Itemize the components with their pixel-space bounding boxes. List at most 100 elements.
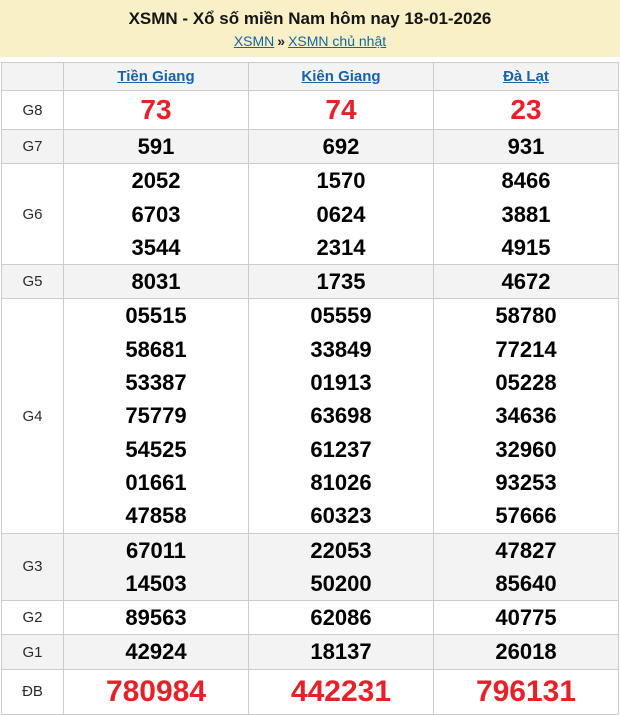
- prize-number: 1735: [316, 269, 366, 295]
- prize-number: 75779: [125, 403, 187, 429]
- prize-label-g6: G6: [1, 163, 64, 266]
- prize-number: 23: [510, 94, 542, 125]
- prize-cell: 67011 14503: [63, 532, 249, 602]
- prize-number: 42924: [125, 639, 187, 665]
- prize-number: 50200: [310, 570, 372, 596]
- prize-number: 58780: [495, 303, 557, 329]
- prize-number: 2314: [316, 234, 366, 260]
- table-header-row: Tiền Giang Kiên Giang Đà Lạt: [1, 62, 619, 91]
- column-header-da-lat: Đà Lạt: [433, 62, 619, 91]
- prize-number: 692: [322, 134, 360, 159]
- prize-cell: 47827 85640: [433, 532, 619, 602]
- prize-number: 26018: [495, 639, 557, 665]
- prize-cell: 89563: [63, 600, 249, 636]
- prize-cell: 18137: [248, 634, 434, 670]
- table-row-g2: G2 89563 62086 40775: [1, 600, 619, 636]
- prize-cell: 4672: [433, 264, 619, 300]
- prize-number: 796131: [475, 674, 577, 708]
- prize-column-header: [1, 62, 64, 91]
- prize-cell: 05515 58681 53387 75779 54525 01661 47858: [63, 298, 249, 534]
- column-header-tien-giang: Tiền Giang: [63, 62, 249, 91]
- prize-label-g1: G1: [1, 634, 64, 670]
- breadcrumb-link-xsmn[interactable]: XSMN: [234, 33, 274, 49]
- prize-cell: 1735: [248, 264, 434, 300]
- prize-cell: 26018: [433, 634, 619, 670]
- prize-number: 3544: [131, 234, 181, 260]
- table-row-g6: G6 2052 6703 3544 1570 0624 2314 8466 3881 4915: [1, 163, 619, 266]
- prize-number: 05559: [310, 303, 372, 329]
- prize-cell: 22053 50200: [248, 532, 434, 602]
- prize-number: 780984: [105, 674, 207, 708]
- prize-number: 01913: [310, 370, 372, 396]
- prize-number: 73: [140, 94, 172, 125]
- prize-number: 85640: [495, 570, 557, 596]
- prize-label-g2: G2: [1, 600, 64, 636]
- prize-number: 591: [137, 134, 175, 159]
- prize-cell: 442231: [248, 668, 434, 715]
- breadcrumb-link-xsmn-sunday[interactable]: XSMN chủ nhật: [288, 33, 386, 49]
- table-row-g7: G7 591 692 931: [1, 128, 619, 165]
- prize-number: 47827: [495, 537, 557, 563]
- prize-number: 77214: [495, 336, 557, 362]
- table-row-db: ĐB 780984 442231 796131: [1, 668, 619, 715]
- prize-cell: 58780 77214 05228 34636 32960 93253 57666: [433, 298, 619, 534]
- prize-number: 61237: [310, 436, 372, 462]
- prize-number: 18137: [310, 639, 372, 665]
- prize-number: 60323: [310, 503, 372, 529]
- prize-label-g8: G8: [1, 90, 64, 130]
- prize-number: 4672: [501, 269, 551, 295]
- prize-number: 93253: [495, 469, 557, 495]
- prize-cell: 2052 6703 3544: [63, 163, 249, 266]
- prize-number: 3881: [501, 201, 551, 227]
- prize-cell: 42924: [63, 634, 249, 670]
- prize-number: 22053: [310, 537, 372, 563]
- prize-number: 53387: [125, 370, 187, 396]
- table-row-g5: G5 8031 1735 4672: [1, 264, 619, 300]
- table-row-g8: G8 73 74 23: [1, 90, 619, 130]
- prize-cell: 23: [433, 90, 619, 130]
- prize-number: 47858: [125, 503, 187, 529]
- prize-number: 40775: [495, 605, 557, 631]
- prize-number: 8466: [501, 168, 551, 194]
- prize-cell: 1570 0624 2314: [248, 163, 434, 266]
- province-link-da-lat[interactable]: Đà Lạt: [503, 68, 549, 85]
- prize-number: 931: [507, 134, 545, 159]
- prize-cell: 796131: [433, 668, 619, 715]
- prize-number: 62086: [310, 605, 372, 631]
- prize-cell: 591: [63, 128, 249, 165]
- prize-number: 58681: [125, 336, 187, 362]
- prize-number: 81026: [310, 469, 372, 495]
- prize-number: 0624: [316, 201, 366, 227]
- prize-number: 4915: [501, 234, 551, 260]
- prize-label-db: ĐB: [1, 668, 64, 715]
- prize-cell: 8466 3881 4915: [433, 163, 619, 266]
- prize-cell: 780984: [63, 668, 249, 715]
- prize-number: 34636: [495, 403, 557, 429]
- prize-number: 1570: [316, 168, 366, 194]
- table-row-g4: G4 05515 58681 53387 75779 54525 01661 47858 055…: [1, 298, 619, 534]
- prize-number: 05228: [495, 370, 557, 396]
- prize-number: 6703: [131, 201, 181, 227]
- table-row-g3: G3 67011 14503 22053 50200 47827 85640: [1, 532, 619, 602]
- lottery-results-table: Tiền Giang Kiên Giang Đà Lạt G8 73 74 23 G7 5…: [1, 62, 619, 715]
- prize-label-g4: G4: [1, 298, 64, 534]
- prize-cell: 74: [248, 90, 434, 130]
- province-link-kien-giang[interactable]: Kiên Giang: [301, 68, 380, 85]
- prize-cell: 73: [63, 90, 249, 130]
- page-title: XSMN - Xổ số miền Nam hôm nay 18-01-2026: [128, 9, 492, 28]
- prize-number: 63698: [310, 403, 372, 429]
- prize-number: 89563: [125, 605, 187, 631]
- page-header: XSMN - Xổ số miền Nam hôm nay 18-01-2026…: [0, 0, 620, 57]
- prize-number: 32960: [495, 436, 557, 462]
- breadcrumb: XSMN» XSMN chủ nhật: [0, 32, 620, 50]
- prize-number: 442231: [290, 674, 392, 708]
- prize-number: 05515: [125, 303, 187, 329]
- province-link-tien-giang[interactable]: Tiền Giang: [117, 68, 194, 85]
- table-row-g1: G1 42924 18137 26018: [1, 634, 619, 670]
- prize-label-g5: G5: [1, 264, 64, 300]
- column-header-kien-giang: Kiên Giang: [248, 62, 434, 91]
- prize-label-g7: G7: [1, 128, 64, 165]
- breadcrumb-separator: »: [277, 33, 286, 49]
- prize-cell: 692: [248, 128, 434, 165]
- prize-number: 57666: [495, 503, 557, 529]
